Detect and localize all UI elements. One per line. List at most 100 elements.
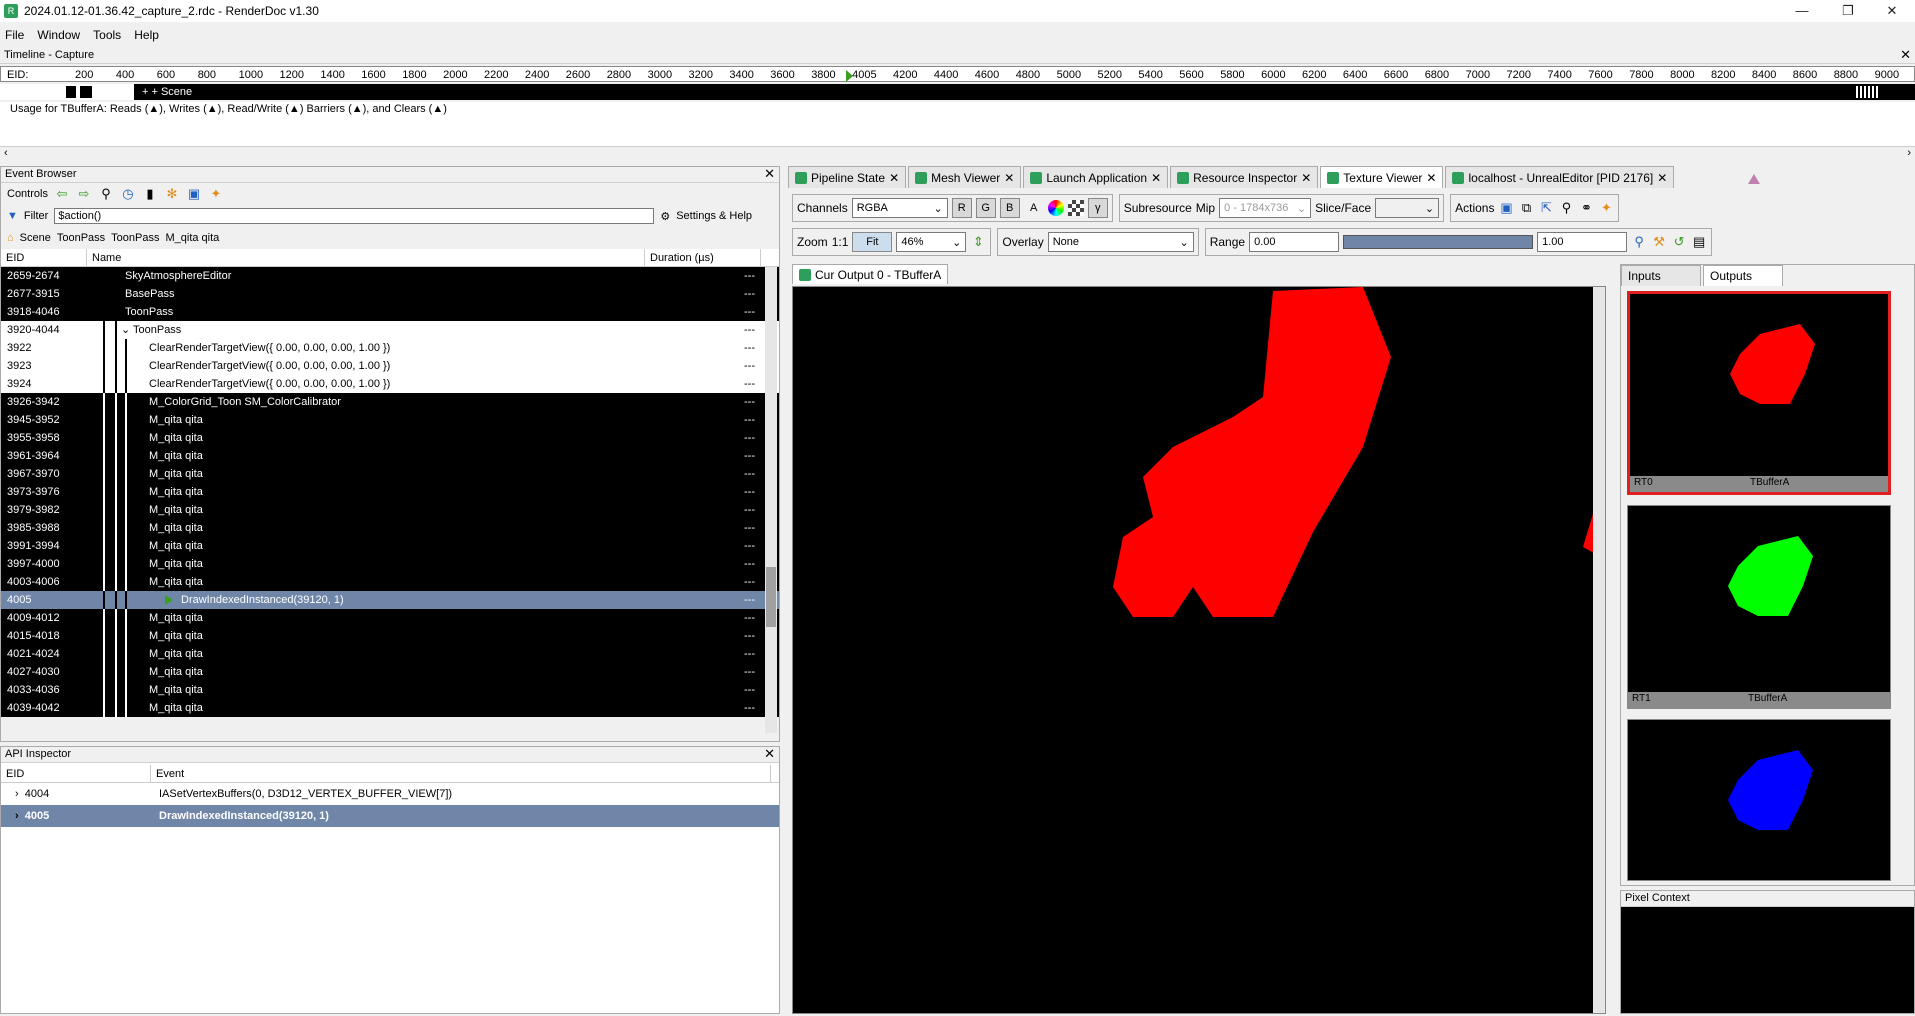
save-icon[interactable]: ▣ bbox=[1498, 200, 1514, 216]
event-row[interactable]: 3923 ClearRenderTargetView({ 0.00, 0.00, … bbox=[1, 357, 779, 375]
event-row[interactable]: 4039-4042 M_qita qita --- bbox=[1, 699, 779, 717]
tab-outputs[interactable]: Outputs bbox=[1703, 265, 1783, 286]
scroll-right-icon[interactable]: › bbox=[1907, 147, 1911, 160]
tab-launch-application[interactable]: Launch Application ✕ bbox=[1023, 166, 1169, 188]
column-duration[interactable]: Duration (µs) bbox=[645, 249, 761, 266]
maximize-button[interactable]: ❐ bbox=[1828, 2, 1868, 20]
event-row[interactable]: 3967-3970 M_qita qita --- bbox=[1, 465, 779, 483]
event-row[interactable]: 3991-3994 M_qita qita --- bbox=[1, 537, 779, 555]
timeline-ruler[interactable]: EID: 200 400 600 800 1000 1200 1400 1600 1800 200… bbox=[0, 66, 1915, 82]
scene-row[interactable]: + + Scene bbox=[0, 84, 1915, 100]
texture-canvas[interactable] bbox=[792, 286, 1606, 1014]
settings-help-button[interactable]: Settings & Help bbox=[676, 210, 752, 222]
previous-icon[interactable]: ⇦ bbox=[54, 186, 70, 202]
event-row[interactable]: 4033-4036 M_qita qita --- bbox=[1, 681, 779, 699]
breadcrumb-toonpass-inner[interactable]: ToonPass bbox=[111, 232, 159, 244]
channel-b-toggle[interactable]: B bbox=[999, 198, 1020, 218]
event-row[interactable]: 2677-3915 BasePass --- bbox=[1, 285, 779, 303]
slice-select[interactable]: ⌄ bbox=[1375, 198, 1440, 218]
menu-window[interactable]: Window bbox=[32, 26, 85, 42]
event-row[interactable]: 4015-4018 M_qita qita --- bbox=[1, 627, 779, 645]
column-eid[interactable]: EID bbox=[1, 249, 87, 266]
event-row[interactable]: 3920-4044 ⌄ ToonPass --- bbox=[1, 321, 779, 339]
breadcrumb-mqita[interactable]: M_qita qita bbox=[165, 232, 219, 244]
extensions-icon[interactable]: ✦ bbox=[208, 186, 224, 202]
zoom-select[interactable]: 46% ⌄ bbox=[896, 232, 967, 252]
mip-select[interactable]: 0 - 1784x736 ⌄ bbox=[1219, 198, 1312, 218]
color-picker-icon[interactable] bbox=[1047, 200, 1064, 216]
histogram-icon[interactable]: ▤ bbox=[1691, 234, 1707, 250]
thumbnail-rt1[interactable]: RT1 TBufferA bbox=[1627, 505, 1891, 709]
chevron-down-icon[interactable]: ⌄ bbox=[121, 321, 130, 339]
breadcrumb-scene[interactable]: Scene bbox=[20, 232, 51, 244]
tab-inputs[interactable]: Inputs bbox=[1621, 265, 1701, 286]
tab-resource-inspector[interactable]: Resource Inspector ✕ bbox=[1170, 166, 1319, 188]
column-event[interactable]: Event bbox=[151, 765, 771, 782]
event-row[interactable]: 3922 ClearRenderTargetView({ 0.00, 0.00, … bbox=[1, 339, 779, 357]
next-icon[interactable]: ⇨ bbox=[76, 186, 92, 202]
menu-file[interactable]: File bbox=[0, 26, 29, 42]
pixel-context-panel[interactable]: Pixel Context bbox=[1620, 890, 1915, 1014]
tab-mesh-viewer[interactable]: Mesh Viewer ✕ bbox=[908, 166, 1022, 188]
thumbnail-rt0[interactable]: RT0 TBufferA bbox=[1627, 291, 1891, 495]
gear-icon[interactable]: ⚙ bbox=[660, 210, 670, 223]
link-icon[interactable]: ⚭ bbox=[1578, 200, 1594, 216]
reset-icon[interactable]: ↺ bbox=[1671, 234, 1687, 250]
event-row[interactable]: 4021-4024 M_qita qita --- bbox=[1, 645, 779, 663]
event-row[interactable]: 2659-2674 SkyAtmosphereEditor --- bbox=[1, 267, 779, 285]
bookmark-icon[interactable]: ▮ bbox=[142, 186, 158, 202]
zoom-1to1-button[interactable]: 1:1 bbox=[832, 235, 849, 249]
zoom-range-icon[interactable]: ⚲ bbox=[1631, 234, 1647, 250]
filter-input[interactable] bbox=[54, 208, 655, 224]
canvas-scrollbar[interactable] bbox=[1593, 287, 1605, 1013]
channel-g-toggle[interactable]: G bbox=[975, 198, 996, 218]
event-row[interactable]: 3979-3982 M_qita qita --- bbox=[1, 501, 779, 519]
event-row[interactable]: 3926-3942 M_ColorGrid_Toon SM_ColorCalibr… bbox=[1, 393, 779, 411]
event-row[interactable]: 3918-4046 ToonPass --- bbox=[1, 303, 779, 321]
tab-remote-host[interactable]: localhost - UnrealEditor [PID 2176] ✕ bbox=[1445, 166, 1675, 188]
range-max-input[interactable]: 1.00 bbox=[1537, 232, 1628, 252]
channels-select[interactable]: RGBA ⌄ bbox=[851, 198, 948, 218]
event-list[interactable]: 2659-2674 SkyAtmosphereEditor --- 2677-3915… bbox=[1, 267, 779, 717]
gamma-toggle[interactable]: γ bbox=[1087, 198, 1108, 218]
autofit-icon[interactable]: ⚒ bbox=[1651, 234, 1667, 250]
event-row[interactable]: 4009-4012 M_qita qita --- bbox=[1, 609, 779, 627]
flip-icon[interactable]: ⇕ bbox=[970, 234, 986, 250]
event-row[interactable]: 4005 DrawIndexedInstanced(39120, 1) --- bbox=[1, 591, 779, 609]
event-row[interactable]: 3961-3964 M_qita qita --- bbox=[1, 447, 779, 465]
event-row[interactable]: 3955-3958 M_qita qita --- bbox=[1, 429, 779, 447]
timer-icon[interactable]: ◷ bbox=[120, 186, 136, 202]
event-row[interactable]: 3973-3976 M_qita qita --- bbox=[1, 483, 779, 501]
tab-texture-viewer[interactable]: Texture Viewer ✕ bbox=[1320, 166, 1444, 188]
close-icon[interactable]: ✕ bbox=[764, 167, 775, 181]
channel-a-toggle[interactable]: A bbox=[1023, 198, 1044, 218]
menu-help[interactable]: Help bbox=[129, 26, 164, 42]
tab-pipeline-state[interactable]: Pipeline State ✕ bbox=[788, 166, 907, 188]
close-window-button[interactable]: ✕ bbox=[1872, 2, 1912, 20]
fit-button[interactable]: Fit bbox=[852, 232, 893, 252]
current-event-flag-icon[interactable] bbox=[846, 70, 853, 82]
find-icon[interactable]: ⚲ bbox=[1558, 200, 1574, 216]
extensions-icon[interactable]: ✦ bbox=[1598, 200, 1614, 216]
channel-r-toggle[interactable]: R bbox=[951, 198, 972, 218]
output-tab[interactable]: Cur Output 0 - TBufferA bbox=[792, 264, 949, 284]
event-row[interactable]: 3997-4000 M_qita qita --- bbox=[1, 555, 779, 573]
find-icon[interactable]: ⚲ bbox=[98, 186, 114, 202]
goto-icon[interactable]: ⇱ bbox=[1538, 200, 1554, 216]
api-row[interactable]: › 4004 IASetVertexBuffers(0, D3D12_VERTE… bbox=[1, 783, 779, 805]
breadcrumb-toonpass[interactable]: ToonPass bbox=[57, 232, 105, 244]
home-icon[interactable]: ⌂ bbox=[7, 232, 14, 244]
overlay-select[interactable]: None ⌄ bbox=[1047, 232, 1194, 252]
column-name[interactable]: Name bbox=[87, 249, 645, 266]
save-icon[interactable]: ▣ bbox=[186, 186, 202, 202]
event-scrollbar[interactable] bbox=[765, 267, 777, 733]
copy-icon[interactable]: ⧉ bbox=[1518, 200, 1534, 216]
scroll-left-icon[interactable]: ‹ bbox=[4, 147, 8, 160]
scrollbar-thumb[interactable] bbox=[766, 567, 776, 627]
column-eid[interactable]: EID bbox=[1, 765, 151, 782]
api-row-selected[interactable]: › 4005 DrawIndexedInstanced(39120, 1) bbox=[1, 805, 779, 827]
close-icon[interactable]: ✕ bbox=[1900, 48, 1911, 62]
event-row[interactable]: 4003-4006 M_qita qita --- bbox=[1, 573, 779, 591]
expand-icon[interactable]: › bbox=[15, 788, 19, 800]
colors-icon[interactable]: ✻ bbox=[164, 186, 180, 202]
